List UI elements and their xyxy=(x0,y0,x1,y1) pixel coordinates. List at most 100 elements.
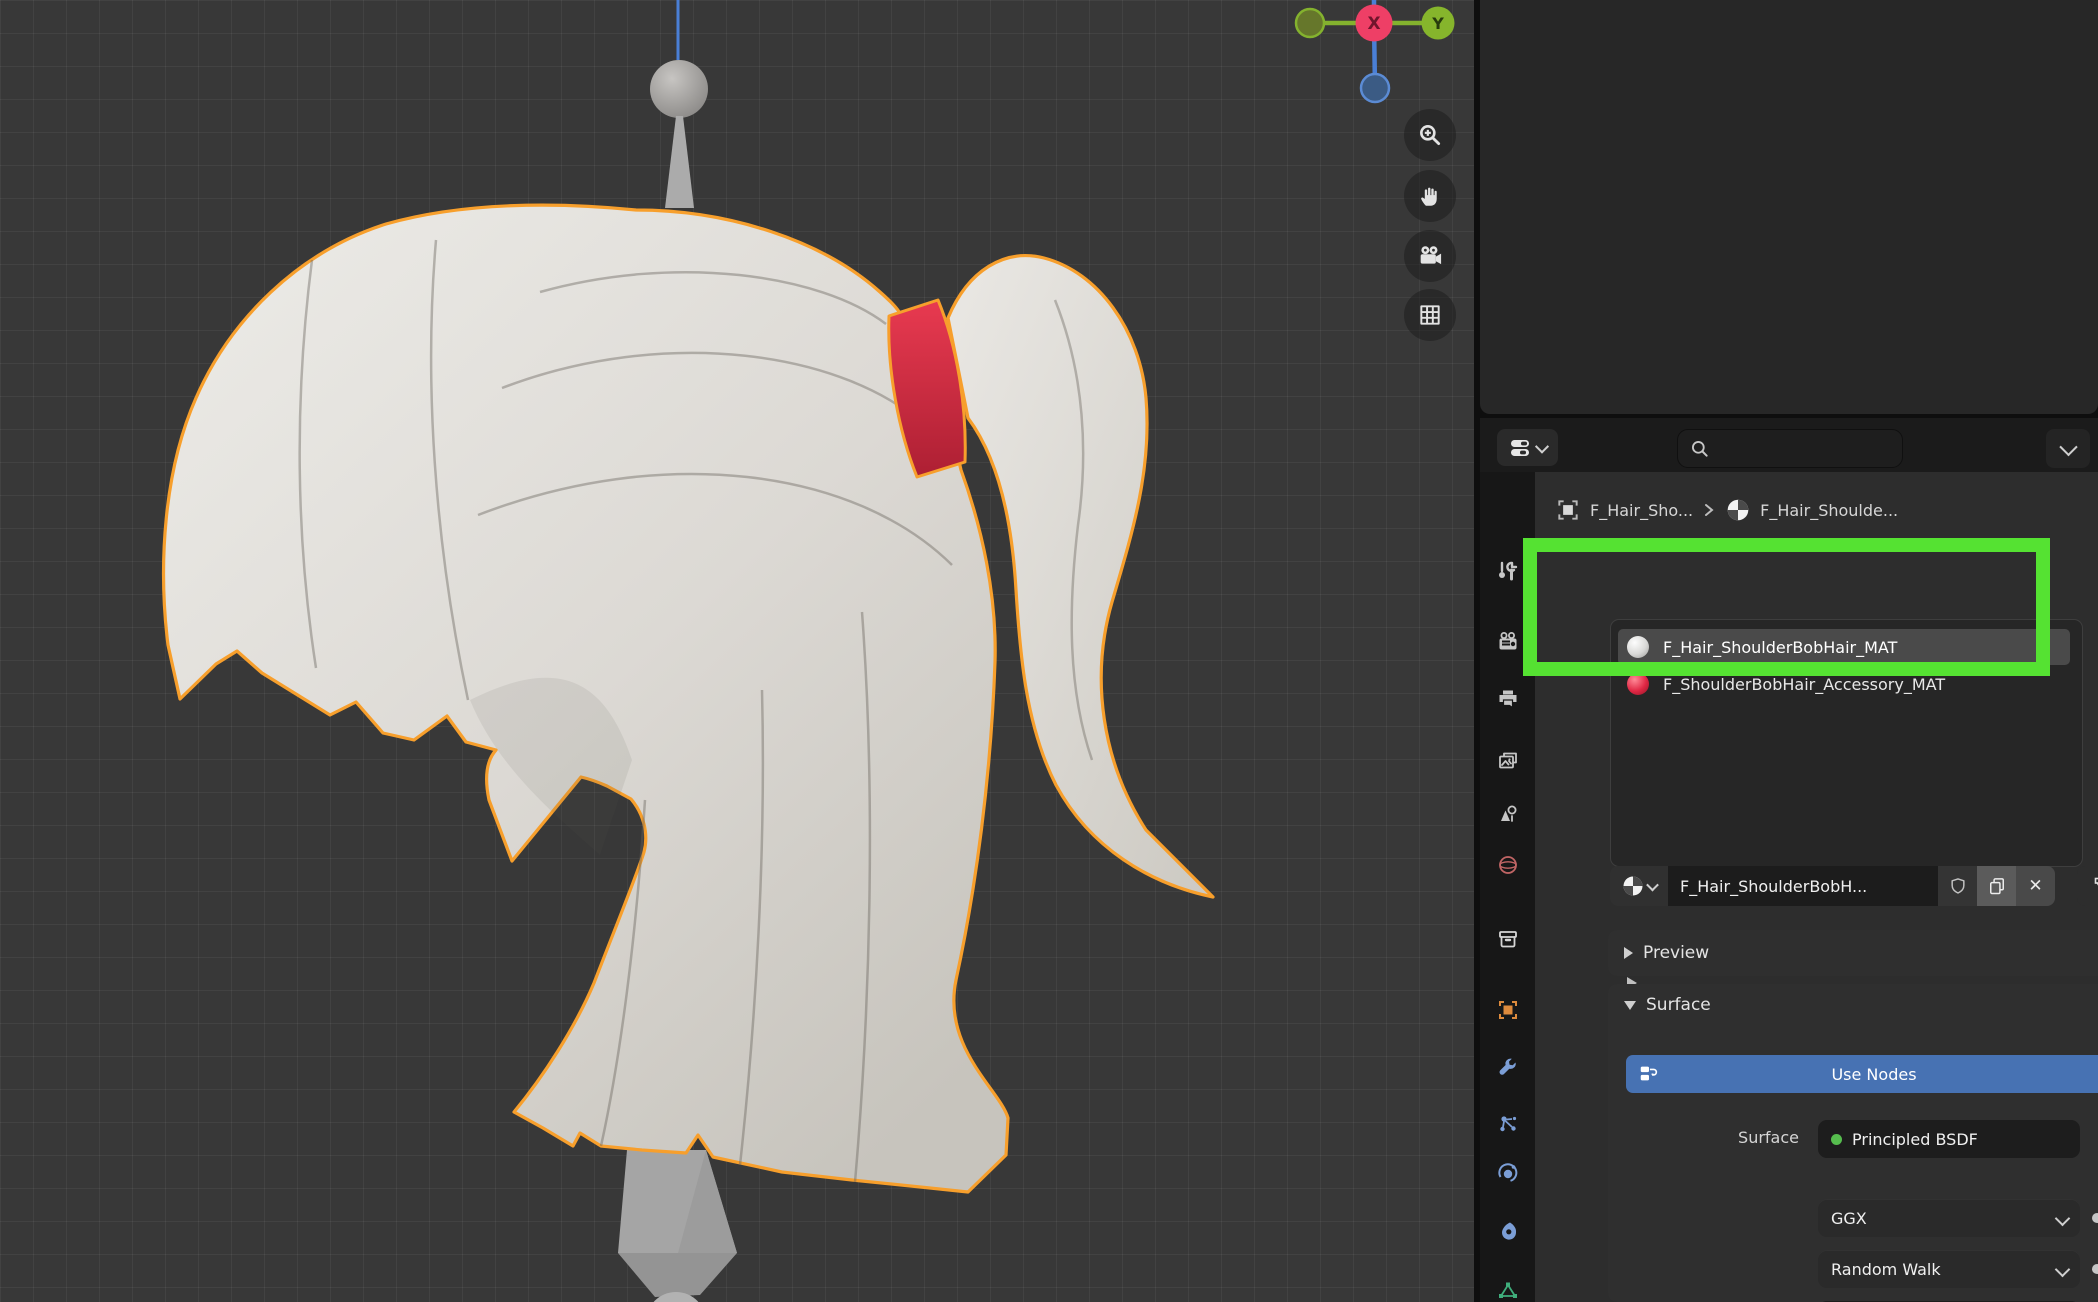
link-material-button[interactable] xyxy=(2077,866,2098,906)
tool-icon xyxy=(1496,559,1520,583)
tab-physics[interactable] xyxy=(1480,1151,1535,1195)
material-slot-row[interactable]: F_ShoulderBobHair_Accessory_MAT xyxy=(1618,666,2070,702)
search-icon xyxy=(1690,439,1710,459)
constraint-icon xyxy=(1496,1219,1520,1243)
material-id-row: F_Hair_ShoulderBobH... ✕ xyxy=(1610,866,2055,906)
tab-collection[interactable] xyxy=(1480,917,1535,961)
preview-panel-header[interactable]: Preview xyxy=(1608,930,2098,976)
render-camera-icon xyxy=(1496,630,1520,654)
tab-particles[interactable] xyxy=(1480,1102,1535,1146)
caret-right-icon xyxy=(1624,947,1633,959)
zoom-button[interactable] xyxy=(1404,109,1456,161)
material-slot-name: F_ShoulderBobHair_Accessory_MAT xyxy=(1663,675,1945,694)
surface-panel-header[interactable]: Surface xyxy=(1608,984,2098,1026)
tab-view-layer[interactable] xyxy=(1480,739,1535,783)
material-sphere-icon xyxy=(1627,636,1649,658)
tab-render[interactable] xyxy=(1480,620,1535,664)
surface-shader-field[interactable]: Principled BSDF xyxy=(1818,1120,2080,1158)
search-input[interactable] xyxy=(1677,429,1903,468)
subsurface-method-value: Random Walk xyxy=(1831,1260,1941,1279)
mesh-data-icon xyxy=(1496,1279,1520,1302)
header-menu-button[interactable] xyxy=(2046,429,2090,468)
tab-output[interactable] xyxy=(1480,677,1535,721)
object-icon xyxy=(1496,998,1520,1022)
fake-user-button[interactable] xyxy=(1938,866,1977,906)
material-sphere-icon xyxy=(1725,497,1751,523)
browse-material-icon xyxy=(1621,874,1645,898)
viewport-3d[interactable]: Y X xyxy=(0,0,1474,1302)
shader-name: Principled BSDF xyxy=(1852,1130,1978,1149)
nav-gizmo[interactable]: Y X xyxy=(1266,0,1474,112)
grid-toggle-button[interactable] xyxy=(1404,289,1456,341)
scene-icon xyxy=(1496,802,1520,826)
gizmo-y-label: Y xyxy=(1431,14,1444,33)
subsurface-method-dropdown[interactable]: Random Walk xyxy=(1818,1250,2080,1288)
material-name-field[interactable]: F_Hair_ShoulderBobH... xyxy=(1668,866,1938,906)
properties-tab-strip xyxy=(1480,472,1535,1302)
wrench-icon xyxy=(1496,1055,1520,1079)
properties-header xyxy=(1480,418,2098,472)
browse-material-button[interactable] xyxy=(1610,866,1668,906)
surface-row-label: Surface xyxy=(1608,1128,1799,1147)
blender-window: Y X xyxy=(0,0,2098,1302)
outliner-panel[interactable] xyxy=(1480,0,2098,414)
world-globe-icon xyxy=(1496,853,1520,877)
collection-box-icon xyxy=(1496,927,1520,951)
camera-view-button[interactable] xyxy=(1404,230,1456,282)
particles-icon xyxy=(1496,1112,1520,1136)
tab-constraints[interactable] xyxy=(1480,1209,1535,1253)
nodes-icon xyxy=(1638,1063,1660,1085)
zoom-icon xyxy=(1417,122,1443,148)
surface-panel-body: Use Nodes Surface Principled BSDF GGX Ra… xyxy=(1608,1026,2098,1302)
breadcrumb-object[interactable]: F_Hair_Sho... xyxy=(1590,501,1693,520)
breadcrumb: F_Hair_Sho... F_Hair_Shoulde... xyxy=(1555,494,1898,526)
shader-dot-icon xyxy=(1831,1134,1842,1145)
material-sphere-icon xyxy=(1627,673,1649,695)
tab-object[interactable] xyxy=(1480,988,1535,1032)
fake-user-shield-icon xyxy=(1948,876,1968,896)
object-icon xyxy=(1555,497,1581,523)
tab-modifiers[interactable] xyxy=(1480,1045,1535,1089)
tab-object-data[interactable] xyxy=(1480,1269,1535,1302)
material-slot-name: F_Hair_ShoulderBobHair_MAT xyxy=(1663,638,1897,657)
new-material-button[interactable] xyxy=(1977,866,2016,906)
pan-button[interactable] xyxy=(1404,170,1456,222)
armature-bone-top[interactable] xyxy=(650,0,708,208)
animate-dot[interactable] xyxy=(2092,1264,2098,1274)
tab-scene[interactable] xyxy=(1480,792,1535,836)
armature-bone-bottom[interactable] xyxy=(618,1150,737,1302)
properties-editor: F_Hair_Sho... F_Hair_Shoulde... xyxy=(1480,418,2098,1302)
properties-content: F_Hair_Sho... F_Hair_Shoulde... xyxy=(1535,472,2098,1302)
chevron-down-icon xyxy=(1646,878,1659,891)
chevron-down-icon xyxy=(2055,1262,2071,1278)
gizmo-neg-z-ball xyxy=(1361,74,1389,102)
preview-panel-label: Preview xyxy=(1643,943,1709,963)
images-stack-icon xyxy=(1496,749,1520,773)
tab-world[interactable] xyxy=(1480,843,1535,887)
caret-down-icon xyxy=(1624,1001,1636,1010)
animate-dot[interactable] xyxy=(2092,1213,2098,1223)
node-link-icon xyxy=(2091,874,2098,898)
properties-editor-icon xyxy=(1509,436,1535,460)
distribution-value: GGX xyxy=(1831,1209,1867,1228)
use-nodes-label: Use Nodes xyxy=(1831,1065,1916,1084)
grid-ortho-icon xyxy=(1417,302,1443,328)
use-nodes-button[interactable]: Use Nodes xyxy=(1626,1055,2098,1093)
breadcrumb-material[interactable]: F_Hair_Shoulde... xyxy=(1760,501,1898,520)
close-icon: ✕ xyxy=(2028,876,2042,896)
pan-hand-icon xyxy=(1417,183,1443,209)
gizmo-x-label: X xyxy=(1367,14,1380,34)
chevron-down-icon xyxy=(2059,438,2077,456)
chevron-down-icon xyxy=(1534,439,1548,453)
material-slot-list: F_Hair_ShoulderBobHair_MAT F_ShoulderBob… xyxy=(1610,619,2083,867)
chevron-right-icon xyxy=(1702,503,1716,517)
distribution-dropdown[interactable]: GGX xyxy=(1818,1199,2080,1237)
tab-active-tool[interactable] xyxy=(1480,549,1535,593)
gizmo-neg-y-ball xyxy=(1296,9,1324,37)
new-material-copy-icon xyxy=(1987,876,2007,896)
editor-type-button[interactable] xyxy=(1497,429,1558,466)
chevron-down-icon xyxy=(2055,1211,2071,1227)
material-slot-row[interactable]: F_Hair_ShoulderBobHair_MAT xyxy=(1618,629,2070,665)
hair-model[interactable] xyxy=(0,0,1474,1302)
unlink-material-button[interactable]: ✕ xyxy=(2016,866,2055,906)
